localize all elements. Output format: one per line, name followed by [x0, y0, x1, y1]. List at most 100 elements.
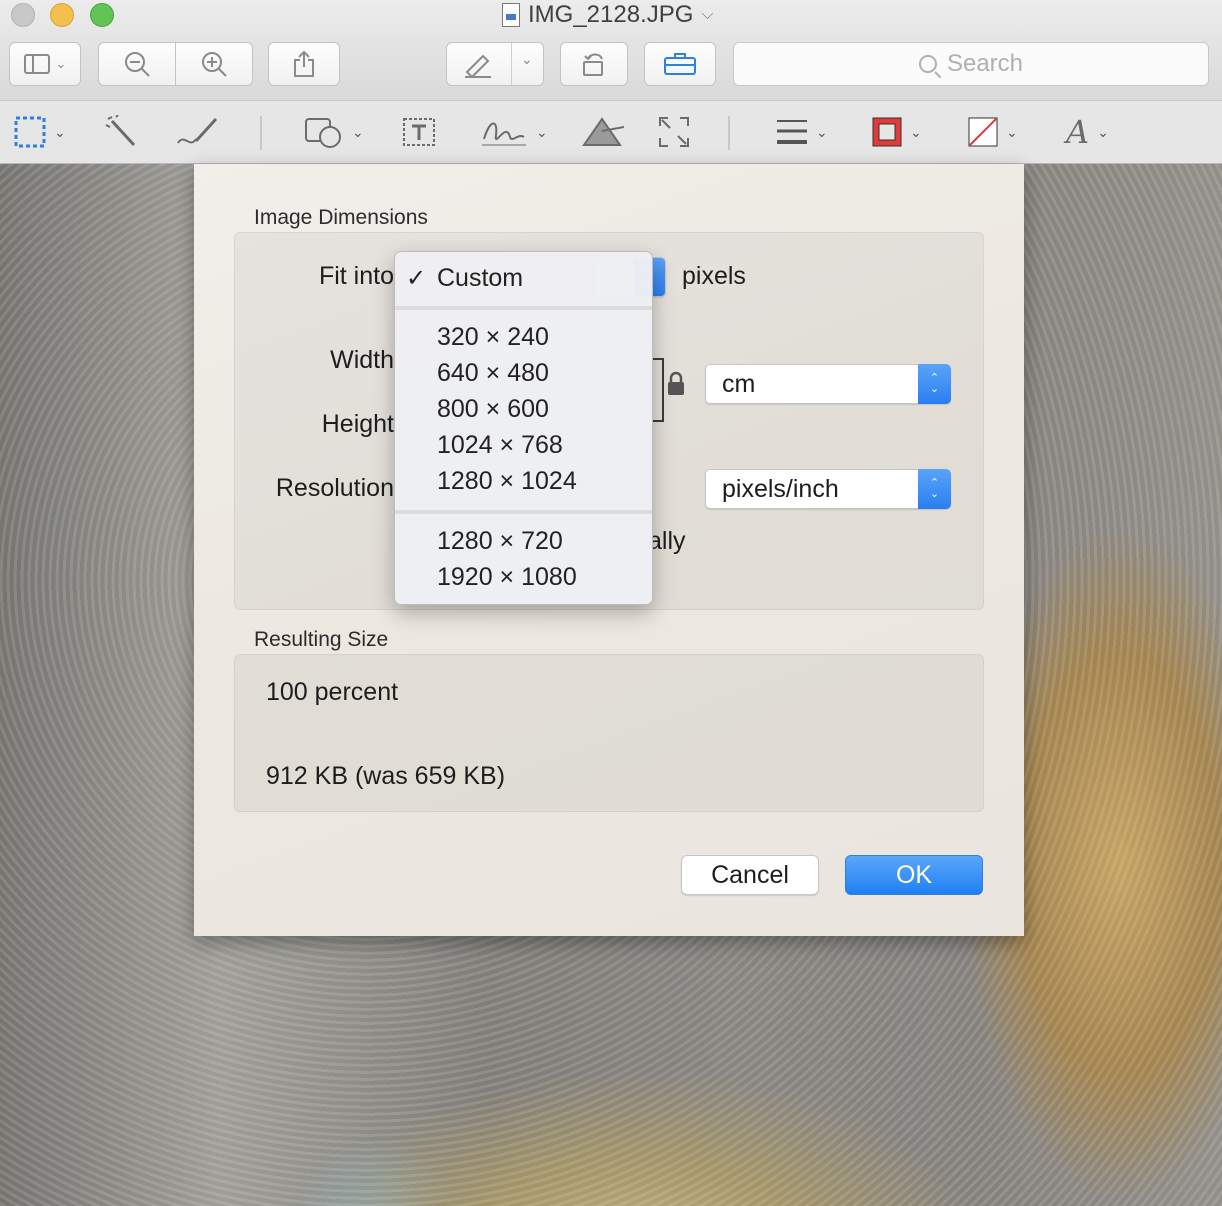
menu-item-label: 320 × 240: [437, 322, 549, 351]
shapes-tool[interactable]: ⌄: [304, 112, 364, 152]
menu-item-size[interactable]: 800 × 600: [395, 391, 652, 427]
chevron-down-icon: ⌄: [910, 123, 922, 140]
instant-alpha-tool[interactable]: [104, 112, 138, 152]
toolbox-icon: [664, 53, 696, 75]
border-color-icon: [872, 117, 902, 147]
menu-item-size[interactable]: 1024 × 768: [395, 427, 652, 463]
minimize-window-button[interactable]: [50, 3, 74, 27]
dimension-unit-popup[interactable]: cm ⌃ ⌄: [705, 364, 951, 404]
sketch-tool[interactable]: [176, 112, 220, 152]
result-filesize: 912 KB (was 659 KB): [266, 762, 506, 790]
rotate-button[interactable]: [560, 42, 628, 86]
chevron-down-icon: ⌄: [536, 123, 548, 140]
fit-into-unit: pixels: [682, 262, 746, 290]
fill-color-tool[interactable]: ⌄: [968, 112, 1018, 152]
menu-separator: [395, 510, 652, 514]
image-dimensions-heading: Image Dimensions: [254, 206, 428, 229]
border-color-tool[interactable]: ⌄: [872, 112, 922, 152]
adjust-color-tool[interactable]: [582, 112, 624, 152]
rectangular-selection-icon: [14, 116, 46, 148]
zoom-window-button[interactable]: [90, 3, 114, 27]
magic-wand-icon: [105, 115, 136, 147]
text-box-icon: [403, 118, 435, 146]
cancel-button[interactable]: Cancel: [681, 855, 819, 895]
fit-into-menu: ✓ Custom 320 × 240 640 × 480 800 × 600 1…: [394, 251, 653, 605]
menu-item-size[interactable]: 1920 × 1080: [395, 559, 652, 595]
lock-icon[interactable]: [666, 371, 686, 397]
chevron-down-icon: ⌵: [701, 6, 714, 23]
sketch-pen-icon: [177, 117, 218, 144]
title-bar: IMG_2128.JPG ⌵ ⌄ ⌄ Search: [0, 0, 1222, 100]
height-label: Height: [321, 410, 394, 438]
chevron-down-icon: ⌄: [1006, 123, 1018, 140]
menu-item-size[interactable]: 320 × 240: [395, 319, 652, 355]
toolbar-divider: [728, 116, 730, 150]
document-title[interactable]: IMG_2128.JPG ⌵: [502, 1, 714, 28]
chevron-down-icon: ⌄: [55, 56, 67, 71]
chevron-down-icon: ⌄: [816, 123, 828, 140]
close-window-button[interactable]: [11, 3, 35, 27]
menu-item-label: 640 × 480: [437, 358, 549, 387]
search-field[interactable]: Search: [733, 42, 1209, 86]
prism-icon: [582, 117, 624, 146]
signature-tool[interactable]: ⌄: [480, 112, 548, 152]
menu-separator: [395, 306, 652, 310]
resample-checkbox-label[interactable]: ally: [648, 527, 686, 556]
image-file-icon: [502, 3, 520, 27]
menu-item-label: Custom: [437, 263, 524, 292]
menu-item-size[interactable]: 640 × 480: [395, 355, 652, 391]
shapes-icon: [305, 118, 341, 148]
menu-item-size[interactable]: 1280 × 720: [395, 523, 652, 559]
text-style-tool[interactable]: A ⌄: [1066, 112, 1109, 152]
shape-style-tool[interactable]: ⌄: [776, 112, 828, 152]
width-label: Width: [330, 346, 394, 374]
markup-pen-button[interactable]: ⌄: [446, 42, 544, 86]
zoom-out-icon: [125, 52, 150, 77]
signature-icon: [482, 122, 526, 146]
resulting-size-heading: Resulting Size: [254, 628, 389, 651]
chevron-down-icon: ⌄: [521, 51, 533, 67]
resolution-label: Resolution: [275, 474, 394, 502]
share-button[interactable]: [268, 42, 340, 86]
no-fill-icon: [968, 117, 998, 147]
pen-icon: [465, 54, 491, 78]
checkmark-icon: ✓: [405, 264, 427, 292]
resize-icon: [659, 117, 689, 147]
resolution-unit-popup[interactable]: pixels/inch ⌃ ⌄: [705, 469, 951, 509]
sidebar-icon: [23, 54, 50, 74]
share-icon: [294, 50, 314, 77]
proportion-bracket: [652, 358, 664, 422]
menu-item-size[interactable]: 1280 × 1024: [395, 463, 652, 499]
chevron-down-icon: ⌄: [54, 123, 66, 140]
zoom-in-button[interactable]: [175, 42, 253, 86]
menu-item-label: 1024 × 768: [437, 430, 563, 459]
result-percent: 100 percent: [266, 678, 399, 706]
rectangular-selection-tool[interactable]: ⌄: [14, 112, 66, 152]
sidebar-button[interactable]: ⌄: [9, 42, 81, 86]
ok-button[interactable]: OK: [845, 855, 983, 895]
zoom-in-icon: [202, 52, 227, 77]
font-icon: A: [1066, 113, 1090, 151]
menu-item-label: 1280 × 720: [437, 526, 563, 555]
markup-toolbar-button[interactable]: [644, 42, 716, 86]
adjust-size-tool[interactable]: [658, 112, 690, 152]
menu-item-custom[interactable]: ✓ Custom: [395, 260, 652, 296]
menu-item-label: 800 × 600: [437, 394, 549, 423]
menu-item-label: 1280 × 1024: [437, 466, 577, 495]
text-tool[interactable]: [402, 112, 436, 152]
popup-stepper-icon: ⌃⌄: [918, 469, 951, 509]
chevron-down-icon: ⌄: [352, 123, 364, 140]
chevron-down-icon: ⌄: [1097, 123, 1109, 140]
dimension-unit-value: cm: [722, 369, 756, 398]
resolution-unit-value: pixels/inch: [722, 474, 839, 503]
menu-item-label: 1920 × 1080: [437, 562, 577, 591]
popup-stepper-icon: ⌃⌄: [918, 364, 951, 404]
fit-into-label: Fit into: [318, 262, 394, 290]
zoom-out-button[interactable]: [98, 42, 176, 86]
search-placeholder: Search: [946, 50, 1024, 77]
document-title-text: IMG_2128.JPG: [528, 1, 694, 28]
search-icon: [918, 55, 937, 73]
line-weight-icon: [777, 120, 807, 144]
rotate-icon: [583, 53, 603, 76]
toolbar-divider: [260, 116, 262, 150]
